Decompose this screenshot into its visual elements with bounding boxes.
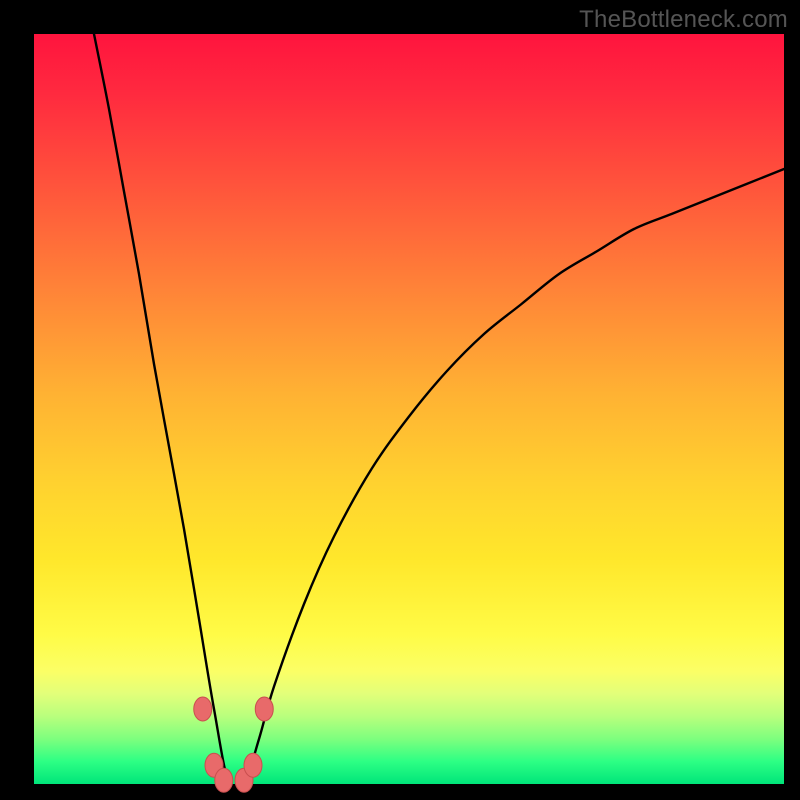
curve-marker (215, 768, 233, 792)
marker-group (194, 697, 274, 792)
curve-marker (244, 753, 262, 777)
curve-marker (255, 697, 273, 721)
bottleneck-curve (94, 34, 784, 792)
curve-layer (34, 34, 784, 784)
curve-marker (194, 697, 212, 721)
plot-area (34, 34, 784, 784)
watermark-text: TheBottleneck.com (579, 6, 788, 34)
chart-frame: TheBottleneck.com (0, 0, 800, 800)
